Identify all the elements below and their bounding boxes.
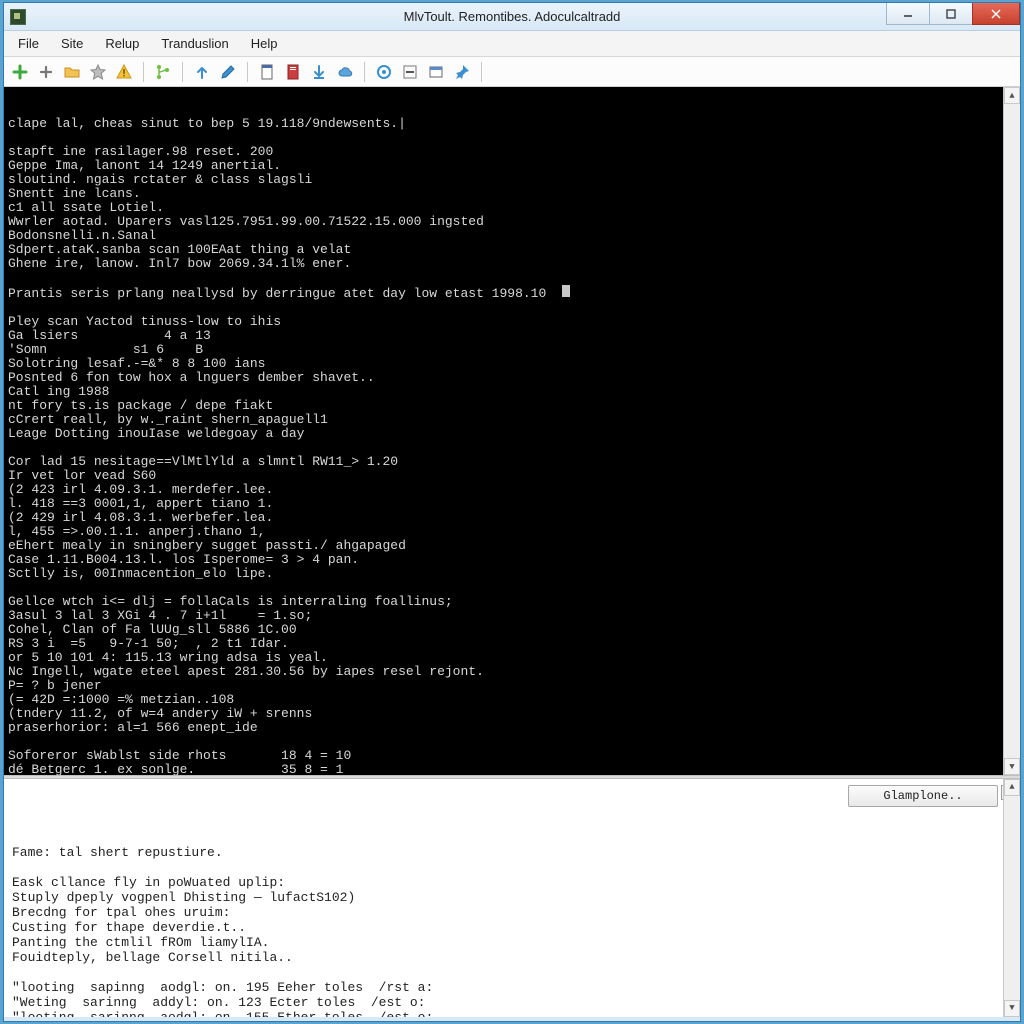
- page-icon[interactable]: [257, 62, 277, 82]
- toolbar-separator: [247, 62, 248, 82]
- scroll-track[interactable]: [1004, 796, 1020, 1000]
- output-pane[interactable]: Glamplone.. Fame: tal shert repustiure. …: [4, 779, 1020, 1017]
- toolbar-separator: [481, 62, 482, 82]
- target-icon[interactable]: [374, 62, 394, 82]
- edit-icon[interactable]: [218, 62, 238, 82]
- maximize-button[interactable]: [929, 3, 973, 25]
- warning-icon[interactable]: [114, 62, 134, 82]
- scroll-down-icon[interactable]: ▼: [1004, 1000, 1020, 1017]
- menu-relup[interactable]: Relup: [95, 33, 149, 54]
- app-window: MlvToult. Remontibes. Adoculcaltradd Fil…: [3, 2, 1021, 1022]
- toolbar-separator: [182, 62, 183, 82]
- output-text: Fame: tal shert repustiure. Eask cllance…: [12, 845, 1012, 1017]
- add-icon[interactable]: [10, 62, 30, 82]
- cloud-icon[interactable]: [335, 62, 355, 82]
- toolbar-separator: [364, 62, 365, 82]
- page-red-icon[interactable]: [283, 62, 303, 82]
- close-button[interactable]: [972, 3, 1020, 25]
- console-pane[interactable]: clape lal, cheas sinut to bep 5 19.118/9…: [4, 87, 1020, 775]
- window-icon[interactable]: [426, 62, 446, 82]
- app-icon: [10, 9, 26, 25]
- pin-icon[interactable]: [452, 62, 472, 82]
- toolbar: [4, 57, 1020, 87]
- scroll-up-icon[interactable]: ▲: [1004, 779, 1020, 796]
- branch-icon[interactable]: [153, 62, 173, 82]
- folder-icon[interactable]: [62, 62, 82, 82]
- menu-tranduslion[interactable]: Tranduslion: [151, 33, 238, 54]
- minus-icon[interactable]: [400, 62, 420, 82]
- console-text: clape lal, cheas sinut to bep 5 19.118/9…: [8, 117, 1016, 775]
- menu-site[interactable]: Site: [51, 33, 93, 54]
- download-icon[interactable]: [309, 62, 329, 82]
- toolbar-separator: [143, 62, 144, 82]
- scroll-up-icon[interactable]: ▲: [1004, 87, 1020, 104]
- statusbar: [4, 1017, 1020, 1021]
- minimize-button[interactable]: [886, 3, 930, 25]
- menubar: File Site Relup Tranduslion Help: [4, 31, 1020, 57]
- window-title: MlvToult. Remontibes. Adoculcaltradd: [4, 9, 1020, 24]
- window-controls: [887, 3, 1020, 30]
- scroll-track[interactable]: [1004, 104, 1020, 758]
- menu-help[interactable]: Help: [241, 33, 288, 54]
- output-scrollbar[interactable]: ▲ ▼: [1003, 779, 1020, 1017]
- menu-file[interactable]: File: [8, 33, 49, 54]
- console-scrollbar[interactable]: ▲ ▼: [1003, 87, 1020, 775]
- upload-icon[interactable]: [192, 62, 212, 82]
- star-icon[interactable]: [88, 62, 108, 82]
- glamplone-button[interactable]: Glamplone..: [848, 785, 998, 807]
- scroll-down-icon[interactable]: ▼: [1004, 758, 1020, 775]
- titlebar[interactable]: MlvToult. Remontibes. Adoculcaltradd: [4, 3, 1020, 31]
- add-gray-icon[interactable]: [36, 62, 56, 82]
